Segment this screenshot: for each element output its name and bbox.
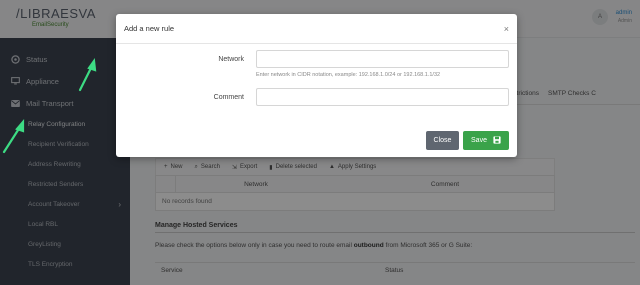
- annotation-arrow: [2, 119, 25, 154]
- annotation-arrow: [78, 58, 97, 92]
- annotation-arrows: [2, 58, 97, 154]
